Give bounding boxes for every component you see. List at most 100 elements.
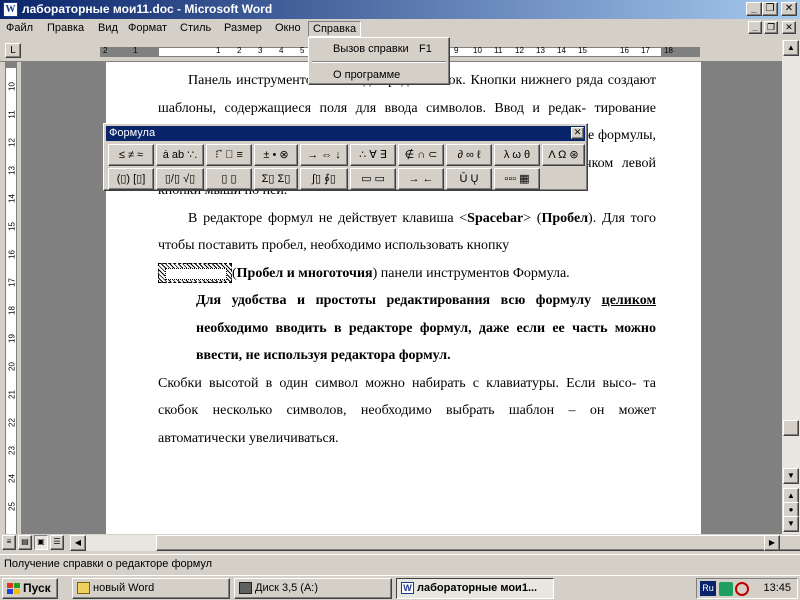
language-indicator[interactable]: Ru [700,581,716,596]
start-button[interactable]: Пуск [2,578,58,599]
arrow-up-icon: ▲ [787,43,795,52]
menu-item-about[interactable]: О программе [311,66,447,84]
title-bar[interactable]: W лабораторные мои11.doc - Microsoft Wor… [0,0,800,19]
text-run: В редакторе формул не действует клавиша … [188,210,468,226]
scroll-left-button[interactable]: ◀ [70,535,86,551]
floppy-icon [239,582,252,594]
task-label: лабораторные мои1... [417,582,538,594]
ruler-number: 2 [103,46,108,55]
integral-templates-button[interactable]: ∫▯ ∮▯ [300,168,348,190]
restore-icon: ❐ [765,3,775,14]
ruler-number: 12 [7,138,17,147]
vertical-ruler[interactable]: 10 11 12 13 14 15 16 17 18 19 20 21 22 2… [0,62,22,534]
restore-icon: ❐ [766,22,776,32]
doc-minimize-button[interactable]: _ [748,21,762,34]
vertical-ruler-strip[interactable] [5,62,17,534]
menu-style[interactable]: Стиль [176,21,215,37]
scroll-right-button[interactable]: ▶ [764,535,780,551]
scroll-down-button[interactable]: ▼ [783,468,799,484]
ruler-number: 11 [7,110,17,119]
close-icon: ✕ [785,22,793,32]
paragraph-4[interactable]: Скобки высотой в один символ можно набир… [158,370,656,453]
task-word-document[interactable]: W лабораторные мои1... [396,578,554,599]
task-floppy-drive[interactable]: Диск 3,5 (A:) [234,578,392,599]
formula-toolbar[interactable]: Формула ✕ ≤ ≠ ≈ ȧ ab ∵. ⁝ ⃗ ⃞ ≡ ± • ⊗ → … [103,123,588,191]
arrow-right-icon: ▶ [768,538,776,547]
menu-separator [312,61,446,63]
arrow-symbols-button[interactable]: → ⇔ ↓ [300,144,348,166]
web-view-button[interactable]: ▤ [18,535,32,550]
no-sound-icon[interactable] [735,582,749,596]
windows-flag-icon [7,583,20,595]
relational-symbols-button[interactable]: ≤ ≠ ≈ [108,144,154,166]
fraction-radical-templates-button[interactable]: ▯/▯ √▯ [156,168,204,190]
spaces-template-button-image [158,263,232,284]
doc-close-button[interactable]: ✕ [782,21,796,34]
operator-symbols-button[interactable]: ± • ⊗ [254,144,298,166]
task-label: Диск 3,5 (A:) [255,582,319,594]
print-view-button[interactable]: ▣ [34,535,48,550]
arrow-down-icon: ▼ [787,471,795,480]
scroll-up-button[interactable]: ▲ [783,40,799,56]
spaces-ellipses-button[interactable]: ȧ ab ∵. [156,144,204,166]
clock[interactable]: 13:45 [763,582,791,594]
paragraph-2[interactable]: В редакторе формул не действует клавиша … [158,205,656,288]
labeled-arrow-templates-button[interactable]: → ← [398,168,444,190]
ruler-number: 14 [7,194,17,203]
horizontal-scroll-track[interactable]: ◀ [70,535,800,551]
menu-file[interactable]: Файл [2,21,37,37]
next-page-button[interactable]: ▼ [783,516,799,532]
minimize-button[interactable]: _ [746,2,762,16]
formula-toolbar-titlebar[interactable]: Формула ✕ [106,126,585,141]
ruler-number: 1 [133,46,138,55]
ruler-number: 5 [300,46,305,55]
menu-format[interactable]: Формат [124,21,171,37]
logical-symbols-button[interactable]: ∴ ∀ ∃ [350,144,396,166]
ruler-number: 20 [7,362,17,371]
embellishments-button[interactable]: ⁝ ⃗ ⃞ ≡ [206,144,252,166]
task-new-word[interactable]: новый Word [72,578,230,599]
menu-window[interactable]: Окно [271,21,305,37]
start-label: Пуск [23,581,51,595]
menu-help[interactable]: Справка [308,21,362,37]
underbar-overbar-templates-button[interactable]: ▭ ▭ [350,168,396,190]
matrix-templates-button[interactable]: ▫▫▫ ▦ [494,168,540,190]
subscript-templates-button[interactable]: ▯ ▯ [206,168,252,190]
paragraph-3[interactable]: Для удобства и простоты редактирования в… [196,287,656,370]
doc-restore-button[interactable]: ❐ [764,21,778,34]
misc-symbols-button[interactable]: ∂ ∞ ℓ [446,144,492,166]
task-label: новый Word [93,582,155,594]
horizontal-scroll-thumb[interactable] [156,535,800,551]
formula-close-button[interactable]: ✕ [571,127,584,139]
outline-view-button[interactable]: ☰ [50,535,64,550]
close-button[interactable]: ✕ [781,2,797,16]
word-app-icon[interactable]: W [3,2,18,17]
tab-selector[interactable]: L [5,43,21,58]
taskbar: Пуск новый Word Диск 3,5 (A:) W лаборато… [0,575,800,600]
ruler-number: 4 [279,46,284,55]
ruler-number: 3 [258,46,263,55]
menu-view[interactable]: Вид [94,21,122,37]
products-set-templates-button[interactable]: Ū Ų [446,168,492,190]
fence-templates-button[interactable]: (▯) [▯] [108,168,154,190]
menu-item-label: Вызов справки [333,43,409,55]
ruler-number: 24 [7,474,17,483]
menu-size[interactable]: Размер [220,21,266,37]
greek-lowercase-button[interactable]: λ ω θ [494,144,540,166]
vertical-scroll-thumb[interactable] [783,420,799,436]
vertical-scrollbar[interactable]: ▲ ▼ ▲ ● ▼ [782,40,800,534]
text-run: > ( [523,210,542,226]
ruler-number: 10 [473,46,482,55]
ruler-number: 22 [7,418,17,427]
menu-edit[interactable]: Правка [43,21,88,37]
set-theory-symbols-button[interactable]: ∉ ∩ ⊂ [398,144,444,166]
normal-view-button[interactable]: ≡ [2,535,16,550]
network-icon[interactable] [719,582,733,596]
menu-item-help-topics[interactable]: Вызов справки F1 [311,40,447,58]
greek-uppercase-button[interactable]: Λ Ω ⊛ [542,144,585,166]
status-text: Получение справки о редакторе формул [4,558,213,570]
summation-templates-button[interactable]: Σ▯ Σ▯ [254,168,298,190]
menu-item-shortcut: F1 [419,43,432,55]
restore-button[interactable]: ❐ [762,2,778,16]
menu-bar: Файл Правка Вид Формат Стиль Размер Окно… [0,19,800,38]
